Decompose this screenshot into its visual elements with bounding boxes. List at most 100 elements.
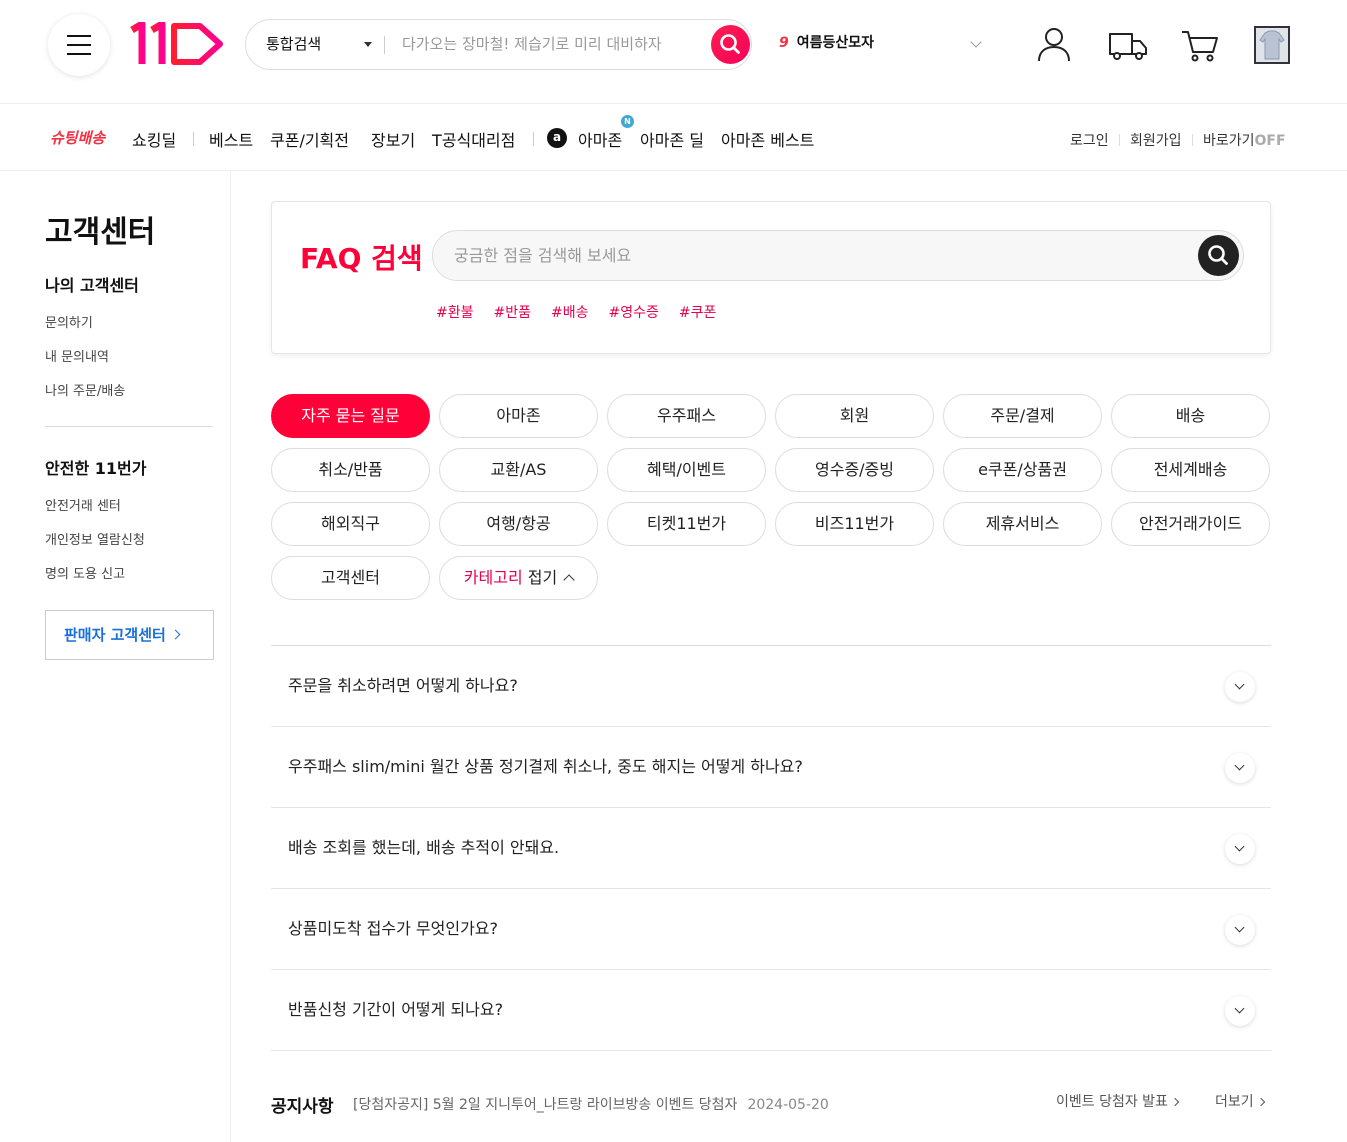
faq-tag[interactable]: #환불 bbox=[436, 305, 474, 321]
shortcut-label: 바로가기 bbox=[1203, 133, 1255, 149]
category-ecoupon[interactable]: e쿠폰/상품권 bbox=[943, 448, 1102, 492]
category-partner[interactable]: 제휴서비스 bbox=[943, 502, 1102, 546]
faq-question: 상품미도착 접수가 무엇인가요? bbox=[288, 919, 499, 938]
category-faq[interactable]: 자주 묻는 질문 bbox=[271, 394, 430, 438]
shortcut-toggle[interactable]: 바로가기OFF bbox=[1203, 130, 1286, 150]
notice-more-link[interactable]: 더보기 bbox=[1215, 1091, 1265, 1111]
category-biz[interactable]: 비즈11번가 bbox=[775, 502, 934, 546]
11st-logo[interactable] bbox=[130, 22, 226, 66]
category-receipt[interactable]: 영수증/증빙 bbox=[775, 448, 934, 492]
faq-item[interactable]: 반품신청 기간이 어떻게 되나요? bbox=[271, 970, 1271, 1051]
chevron-down-icon[interactable] bbox=[1225, 996, 1255, 1026]
new-badge: N bbox=[621, 115, 634, 128]
shortcut-state: OFF bbox=[1254, 133, 1286, 149]
global-navigation-bar: 슈팅배송 쇼킹딜 베스트 쿠폰/기획전 장보기 T공식대리점 a 아마존 N 아… bbox=[0, 104, 1347, 171]
sidebar-section-my-cs: 나의 고객센터 bbox=[45, 276, 139, 295]
category-ticket[interactable]: 티켓11번가 bbox=[607, 502, 766, 546]
chevron-right-icon bbox=[1256, 1097, 1265, 1107]
faq-question: 배송 조회를 했는데, 배송 추적이 안돼요. bbox=[288, 838, 560, 857]
faq-search-card: FAQ 검색 궁금한 점을 검색해 보세요 #환불 #반품 #배송 #영수증 #쿠폰 bbox=[271, 201, 1271, 354]
shooting-delivery-link[interactable]: 슈팅배송 bbox=[50, 127, 105, 148]
faq-search-button[interactable] bbox=[1198, 235, 1239, 276]
user-icon[interactable] bbox=[1034, 24, 1074, 64]
gnb-item-amazon-deal[interactable]: 아마존 딜 bbox=[640, 127, 704, 151]
header: 통합검색 다가오는 장마철! 제습기로 미리 대비하자 9 여름등산모자 bbox=[0, 0, 1347, 104]
category-customer-center[interactable]: 고객센터 bbox=[271, 556, 430, 600]
faq-tag[interactable]: #영수증 bbox=[609, 305, 659, 321]
gnb-item-coupon[interactable]: 쿠폰/기획전 bbox=[270, 127, 349, 151]
chevron-down-icon[interactable] bbox=[1225, 915, 1255, 945]
trend-expand-chevron-icon[interactable] bbox=[970, 36, 982, 48]
gnb-item-grocery[interactable]: 장보기 bbox=[371, 127, 415, 151]
category-delivery[interactable]: 배송 bbox=[1111, 394, 1270, 438]
winner-link-label: 이벤트 당첨자 발표 bbox=[1056, 1094, 1168, 1110]
faq-tag[interactable]: #반품 bbox=[494, 305, 532, 321]
chevron-down-icon[interactable] bbox=[1225, 672, 1255, 702]
faq-item[interactable]: 배송 조회를 했는데, 배송 추적이 안돼요. bbox=[271, 808, 1271, 889]
sidebar-item-inquiry[interactable]: 문의하기 bbox=[45, 312, 93, 331]
sidebar-item-inquiry-history[interactable]: 내 문의내역 bbox=[45, 346, 109, 365]
category-amazon[interactable]: 아마존 bbox=[439, 394, 598, 438]
gnb-item-best[interactable]: 베스트 bbox=[209, 127, 253, 151]
category-cancel-return[interactable]: 취소/반품 bbox=[271, 448, 430, 492]
gnb-item-amazon[interactable]: 아마존 bbox=[578, 127, 622, 151]
trending-keyword[interactable]: 9 여름등산모자 bbox=[779, 32, 874, 52]
search-input[interactable]: 다가오는 장마철! 제습기로 미리 대비하자 bbox=[402, 20, 662, 69]
category-exchange-as[interactable]: 교환/AS bbox=[439, 448, 598, 492]
category-universe-pass[interactable]: 우주패스 bbox=[607, 394, 766, 438]
search-button[interactable] bbox=[711, 25, 750, 64]
category-travel[interactable]: 여행/항공 bbox=[439, 502, 598, 546]
faq-item[interactable]: 상품미도착 접수가 무엇인가요? bbox=[271, 889, 1271, 970]
faq-search-box: 궁금한 점을 검색해 보세요 bbox=[432, 230, 1244, 281]
category-fold-button[interactable]: 카테고리 접기 bbox=[439, 556, 598, 600]
amazon-logo-icon: a bbox=[547, 128, 567, 148]
divider bbox=[45, 426, 213, 427]
category-direct-purchase[interactable]: 해외직구 bbox=[271, 502, 430, 546]
recent-item-thumbnail[interactable] bbox=[1254, 26, 1290, 64]
chevron-up-icon bbox=[563, 574, 575, 586]
category-global-delivery[interactable]: 전세계배송 bbox=[1111, 448, 1270, 492]
search-category-select[interactable]: 통합검색 bbox=[266, 20, 321, 69]
signup-link[interactable]: 회원가입 bbox=[1130, 130, 1182, 150]
chevron-right-icon bbox=[170, 629, 181, 640]
winner-announcement-link[interactable]: 이벤트 당첨자 발표 bbox=[1056, 1091, 1180, 1111]
login-link[interactable]: 로그인 bbox=[1070, 130, 1109, 150]
sidebar-item-identity-theft[interactable]: 명의 도용 신고 bbox=[45, 563, 125, 582]
notice-item[interactable]: [당첨자공지] 5월 2일 지니투어_나트랑 라이브방송 이벤트 당첨자 2024… bbox=[353, 1094, 829, 1114]
chevron-down-icon[interactable] bbox=[364, 42, 372, 47]
chevron-right-icon bbox=[1170, 1097, 1180, 1107]
faq-search-input[interactable]: 궁금한 점을 검색해 보세요 bbox=[454, 231, 631, 280]
chevron-down-icon[interactable] bbox=[1225, 753, 1255, 783]
faq-tag[interactable]: #쿠폰 bbox=[679, 305, 717, 321]
notice-title: [당첨자공지] 5월 2일 지니투어_나트랑 라이브방송 이벤트 당첨자 bbox=[353, 1097, 738, 1113]
hamburger-menu-icon[interactable] bbox=[48, 14, 110, 76]
category-member[interactable]: 회원 bbox=[775, 394, 934, 438]
faq-item[interactable]: 주문을 취소하려면 어떻게 하나요? bbox=[271, 646, 1271, 727]
search-icon bbox=[1208, 245, 1228, 265]
divider bbox=[533, 132, 534, 146]
gnb-item-t-store[interactable]: T공식대리점 bbox=[432, 127, 515, 151]
main-search-box: 통합검색 다가오는 장마철! 제습기로 미리 대비하자 bbox=[245, 19, 752, 70]
chevron-down-icon[interactable] bbox=[1225, 834, 1255, 864]
sidebar-item-order-delivery[interactable]: 나의 주문/배송 bbox=[45, 380, 125, 399]
notice-label: 공지사항 bbox=[271, 1097, 334, 1117]
gnb-item-amazon-best[interactable]: 아마존 베스트 bbox=[721, 127, 814, 151]
delivery-truck-icon[interactable] bbox=[1108, 24, 1148, 64]
sidebar-section-safe-11st: 안전한 11번가 bbox=[45, 459, 147, 478]
cart-icon[interactable] bbox=[1180, 24, 1220, 64]
gnb-item-shocking-deal[interactable]: 쇼킹딜 bbox=[132, 127, 176, 151]
sidebar-item-safe-trade[interactable]: 안전거래 센터 bbox=[45, 495, 121, 514]
fold-suffix: 접기 bbox=[522, 568, 558, 587]
category-safe-trade-guide[interactable]: 안전거래가이드 bbox=[1111, 502, 1270, 546]
seller-cs-button[interactable]: 판매자 고객센터 bbox=[45, 610, 214, 660]
faq-item[interactable]: 우주패스 slim/mini 월간 상품 정기결제 취소나, 중도 해지는 어떻… bbox=[271, 727, 1271, 808]
category-order-payment[interactable]: 주문/결제 bbox=[943, 394, 1102, 438]
page-title: 고객센터 bbox=[45, 215, 156, 250]
faq-tag[interactable]: #배송 bbox=[551, 305, 589, 321]
category-benefit-event[interactable]: 혜택/이벤트 bbox=[607, 448, 766, 492]
sidebar: 고객센터 나의 고객센터 문의하기 내 문의내역 나의 주문/배송 안전한 11… bbox=[0, 171, 231, 1142]
sidebar-item-privacy-request[interactable]: 개인정보 열람신청 bbox=[45, 529, 145, 548]
fold-accent: 카테고리 bbox=[463, 568, 523, 587]
shirt-icon bbox=[1259, 30, 1285, 60]
faq-tag-list: #환불 #반품 #배송 #영수증 #쿠폰 bbox=[436, 302, 736, 322]
